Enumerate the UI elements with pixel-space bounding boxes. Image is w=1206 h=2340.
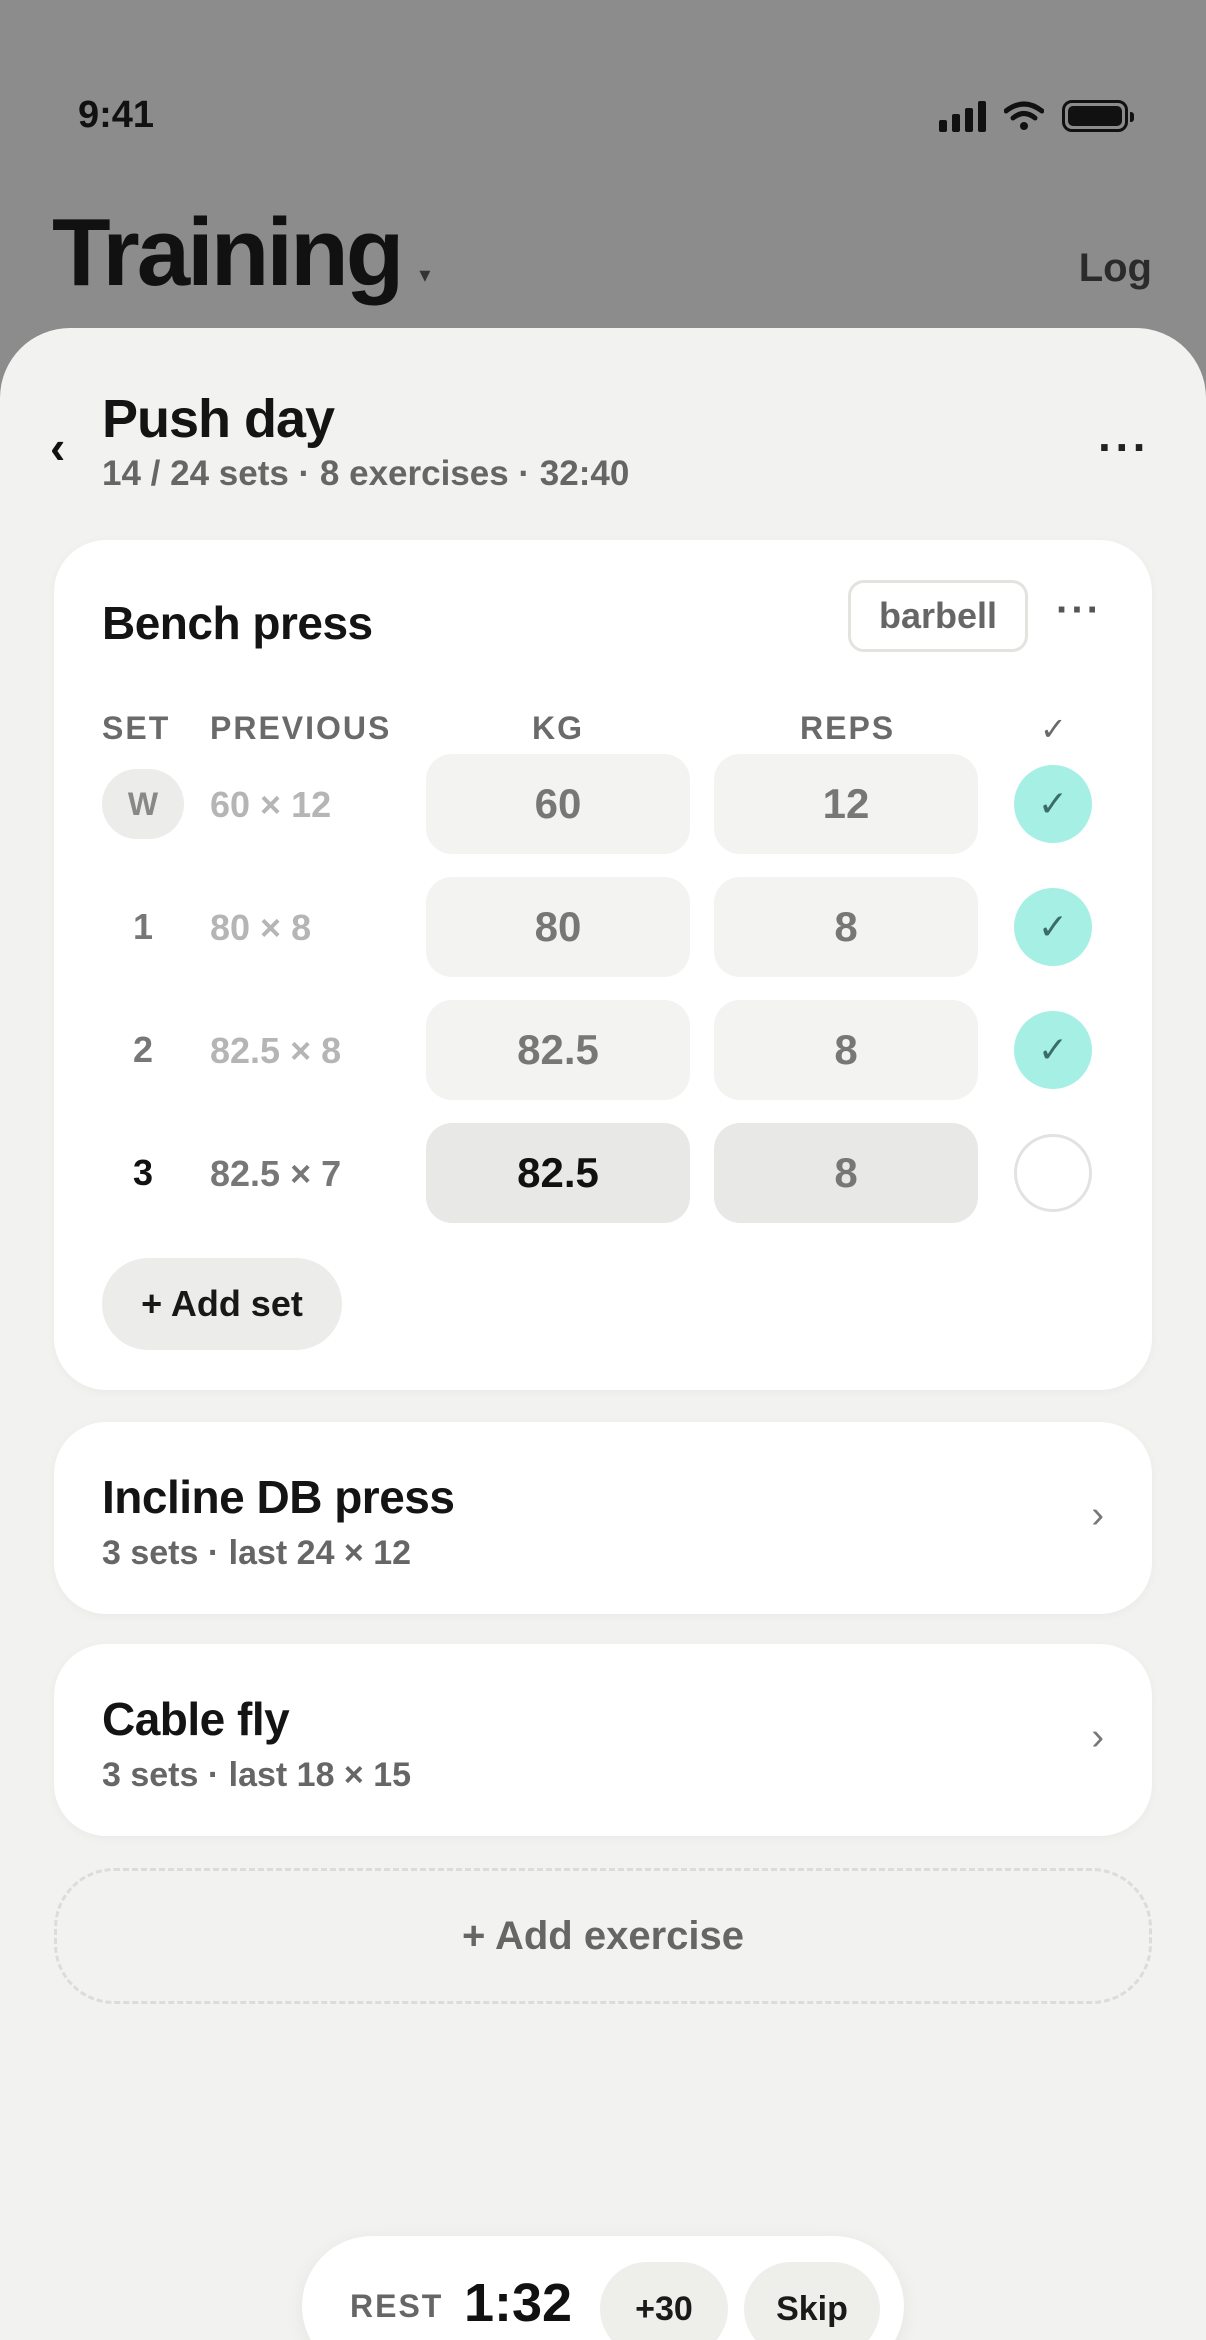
reps-input[interactable]: 8 [714,1123,978,1223]
chevron-right-icon: › [1091,1494,1104,1536]
reps-input[interactable]: 8 [714,877,978,977]
exercise-name: Cable fly [102,1693,290,1745]
column-set: SET [102,710,171,746]
set-row: 1 80 × 8 80 8 ✓ [54,877,1152,977]
column-kg: KG [532,710,584,746]
reps-input[interactable]: 8 [714,1000,978,1100]
previous-value: 82.5 × 7 [210,1153,342,1194]
exercise-summary: 3 sets · last 18 × 15 [102,1756,412,1794]
exercise-more-icon[interactable]: ··· [1056,588,1102,633]
workout-title: Push day [102,389,335,449]
exercise-name: Bench press [102,597,373,649]
exercise-name: Incline DB press [102,1471,455,1523]
rest-label: REST [350,2288,444,2324]
set-complete-checkbox[interactable] [1014,1134,1092,1212]
battery-icon [1062,100,1134,132]
skip-rest-button[interactable]: Skip [744,2262,880,2340]
app-title[interactable]: Training ▾ [52,198,430,308]
previous-value: 80 × 8 [210,907,312,948]
set-number[interactable]: W [102,769,184,839]
rest-timer-bar: REST 1:32 +30 Skip [302,2236,904,2340]
status-time: 9:41 [78,94,155,136]
workout-sheet: ‹ Push day 14 / 24 sets · 8 exercises · … [0,328,1206,2340]
back-icon[interactable]: ‹ [50,420,65,474]
kg-input[interactable]: 82.5 [426,1000,690,1100]
wifi-icon [1004,101,1044,130]
app-title-text: Training [52,199,404,306]
add-exercise-button[interactable]: + Add exercise [54,1868,1152,2004]
set-row: W 60 × 12 60 12 ✓ [54,754,1152,854]
status-icons [939,100,1134,132]
log-link[interactable]: Log [1079,246,1152,291]
set-number[interactable]: 2 [102,1015,184,1085]
set-row-current: 3 82.5 × 7 82.5 8 [54,1123,1152,1223]
kg-input[interactable]: 80 [426,877,690,977]
previous-value: 60 × 12 [210,784,332,825]
exercise-card-incline-db-press[interactable]: Incline DB press 3 sets · last 24 × 12 › [54,1422,1152,1614]
exercise-summary: 3 sets · last 24 × 12 [102,1534,412,1572]
exercise-card-cable-fly[interactable]: Cable fly 3 sets · last 18 × 15 › [54,1644,1152,1836]
set-row: 2 82.5 × 8 82.5 8 ✓ [54,1000,1152,1100]
workout-meta: 14 / 24 sets · 8 exercises · 32:40 [102,454,630,493]
rest-timer: 1:32 [464,2273,573,2333]
chevron-down-icon: ▾ [419,262,430,287]
set-complete-checkbox[interactable]: ✓ [1014,1011,1092,1089]
reps-input[interactable]: 12 [714,754,978,854]
column-reps: REPS [800,710,896,746]
exercise-card-bench-press: Bench press barbell ··· SET PREVIOUS KG … [54,540,1152,1390]
kg-input[interactable]: 82.5 [426,1123,690,1223]
set-number[interactable]: 3 [102,1138,184,1208]
equipment-tag[interactable]: barbell [847,580,1028,652]
more-options-icon[interactable]: ··· [1098,420,1150,474]
column-done: ✓ [1040,711,1069,747]
set-complete-checkbox[interactable]: ✓ [1014,888,1092,966]
add-30s-button[interactable]: +30 [600,2262,728,2340]
chevron-right-icon: › [1091,1716,1104,1758]
add-set-button[interactable]: + Add set [102,1258,342,1350]
column-previous: PREVIOUS [210,710,392,746]
previous-value: 82.5 × 8 [210,1030,342,1071]
set-number[interactable]: 1 [102,892,184,962]
cellular-signal-icon [939,100,986,132]
set-complete-checkbox[interactable]: ✓ [1014,765,1092,843]
kg-input[interactable]: 60 [426,754,690,854]
